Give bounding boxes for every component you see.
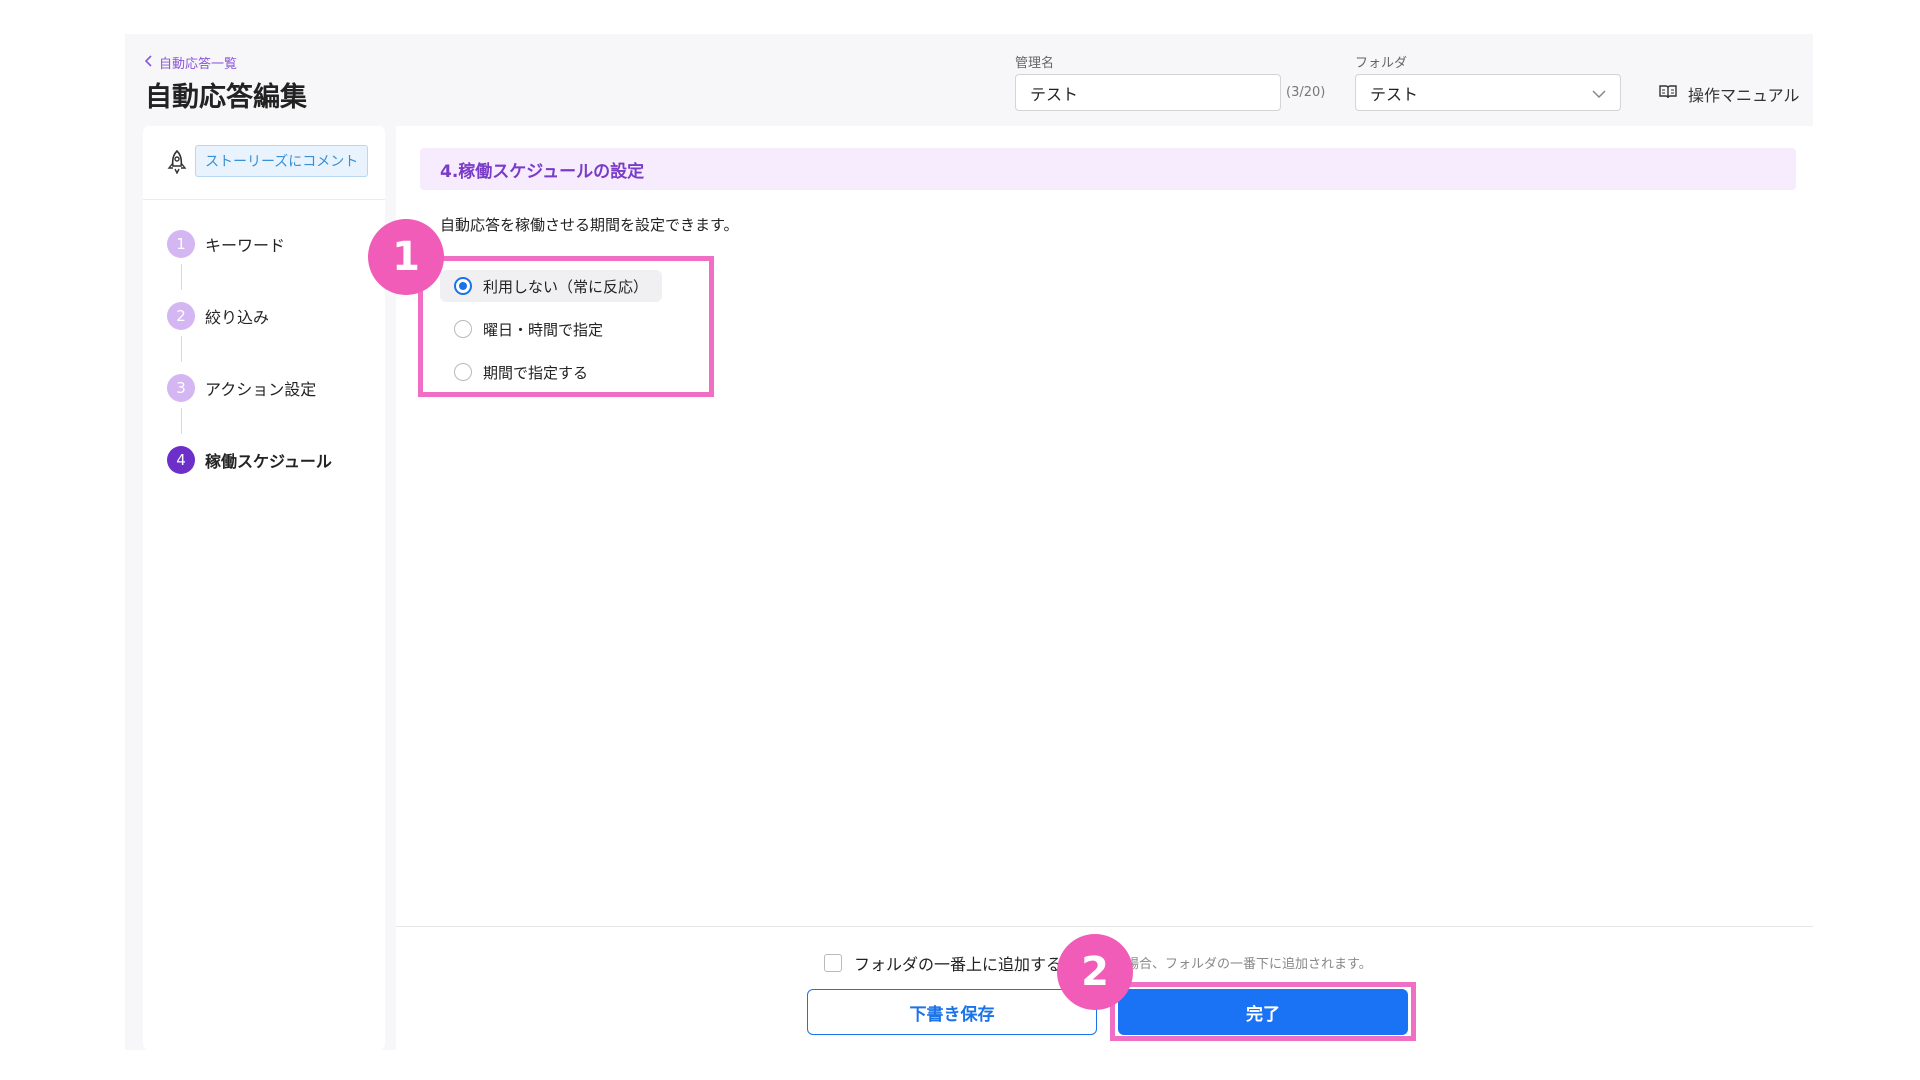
folder-select-value: テスト xyxy=(1370,84,1419,104)
section-title: 4.稼働スケジュールの設定 xyxy=(420,148,1796,190)
rocket-icon xyxy=(167,149,187,178)
step-schedule[interactable]: 4 稼働スケジュール xyxy=(167,446,332,474)
manual-link[interactable]: 操作マニュアル xyxy=(1658,82,1800,106)
highlight-box-radio-group xyxy=(418,256,714,397)
callout-badge-2: 2 xyxy=(1057,934,1133,1010)
step-label: キーワード xyxy=(205,236,286,255)
step-number: 2 xyxy=(167,302,195,330)
trigger-row: ストーリーズにコメント xyxy=(143,126,385,200)
highlight-box-complete-button xyxy=(1110,982,1416,1041)
step-label: 稼働スケジュール xyxy=(205,452,332,471)
manual-label: 操作マニュアル xyxy=(1688,86,1800,105)
name-field-label: 管理名 xyxy=(1015,56,1055,71)
step-number: 1 xyxy=(167,230,195,258)
name-input[interactable]: テスト xyxy=(1015,74,1281,111)
chevron-down-icon xyxy=(1592,83,1606,102)
step-number: 4 xyxy=(167,446,195,474)
step-label: 絞り込み xyxy=(205,308,270,327)
step-keyword[interactable]: 1 キーワード xyxy=(167,230,285,258)
step-connector xyxy=(181,336,182,362)
page-title: 自動応答編集 xyxy=(145,82,307,113)
sidebar: ストーリーズにコメント 1 キーワード 2 絞り込み 3 アクション設定 4 稼… xyxy=(143,126,385,1050)
callout-badge-1: 1 xyxy=(368,219,444,295)
back-link[interactable]: 自動応答一覧 xyxy=(144,53,238,72)
step-label: アクション設定 xyxy=(205,380,317,399)
footer-divider xyxy=(396,926,1813,927)
step-number: 3 xyxy=(167,374,195,402)
step-connector xyxy=(181,408,182,434)
folder-field-label: フォルダ xyxy=(1355,56,1408,71)
book-icon xyxy=(1658,84,1678,104)
trigger-badge: ストーリーズにコメント xyxy=(195,145,369,177)
step-filter[interactable]: 2 絞り込み xyxy=(167,302,269,330)
add-to-top-option[interactable]: フォルダの一番上に追加する xyxy=(824,951,1062,975)
step-connector xyxy=(181,264,182,290)
section-description: 自動応答を稼働させる期間を設定できます。 xyxy=(440,216,739,234)
name-input-value: テスト xyxy=(1030,84,1079,104)
save-draft-button[interactable]: 下書き保存 xyxy=(807,989,1097,1035)
chevron-left-icon xyxy=(144,54,153,71)
checkbox-label: フォルダの一番上に追加する xyxy=(854,955,1063,974)
folder-position-hint: 場合、フォルダの一番下に追加されます。 xyxy=(1126,957,1372,972)
add-to-top-checkbox[interactable] xyxy=(824,954,842,972)
folder-select[interactable]: テスト xyxy=(1355,74,1621,111)
name-char-counter: (3/20) xyxy=(1286,85,1326,100)
step-action[interactable]: 3 アクション設定 xyxy=(167,374,316,402)
back-link-label: 自動応答一覧 xyxy=(159,57,238,72)
